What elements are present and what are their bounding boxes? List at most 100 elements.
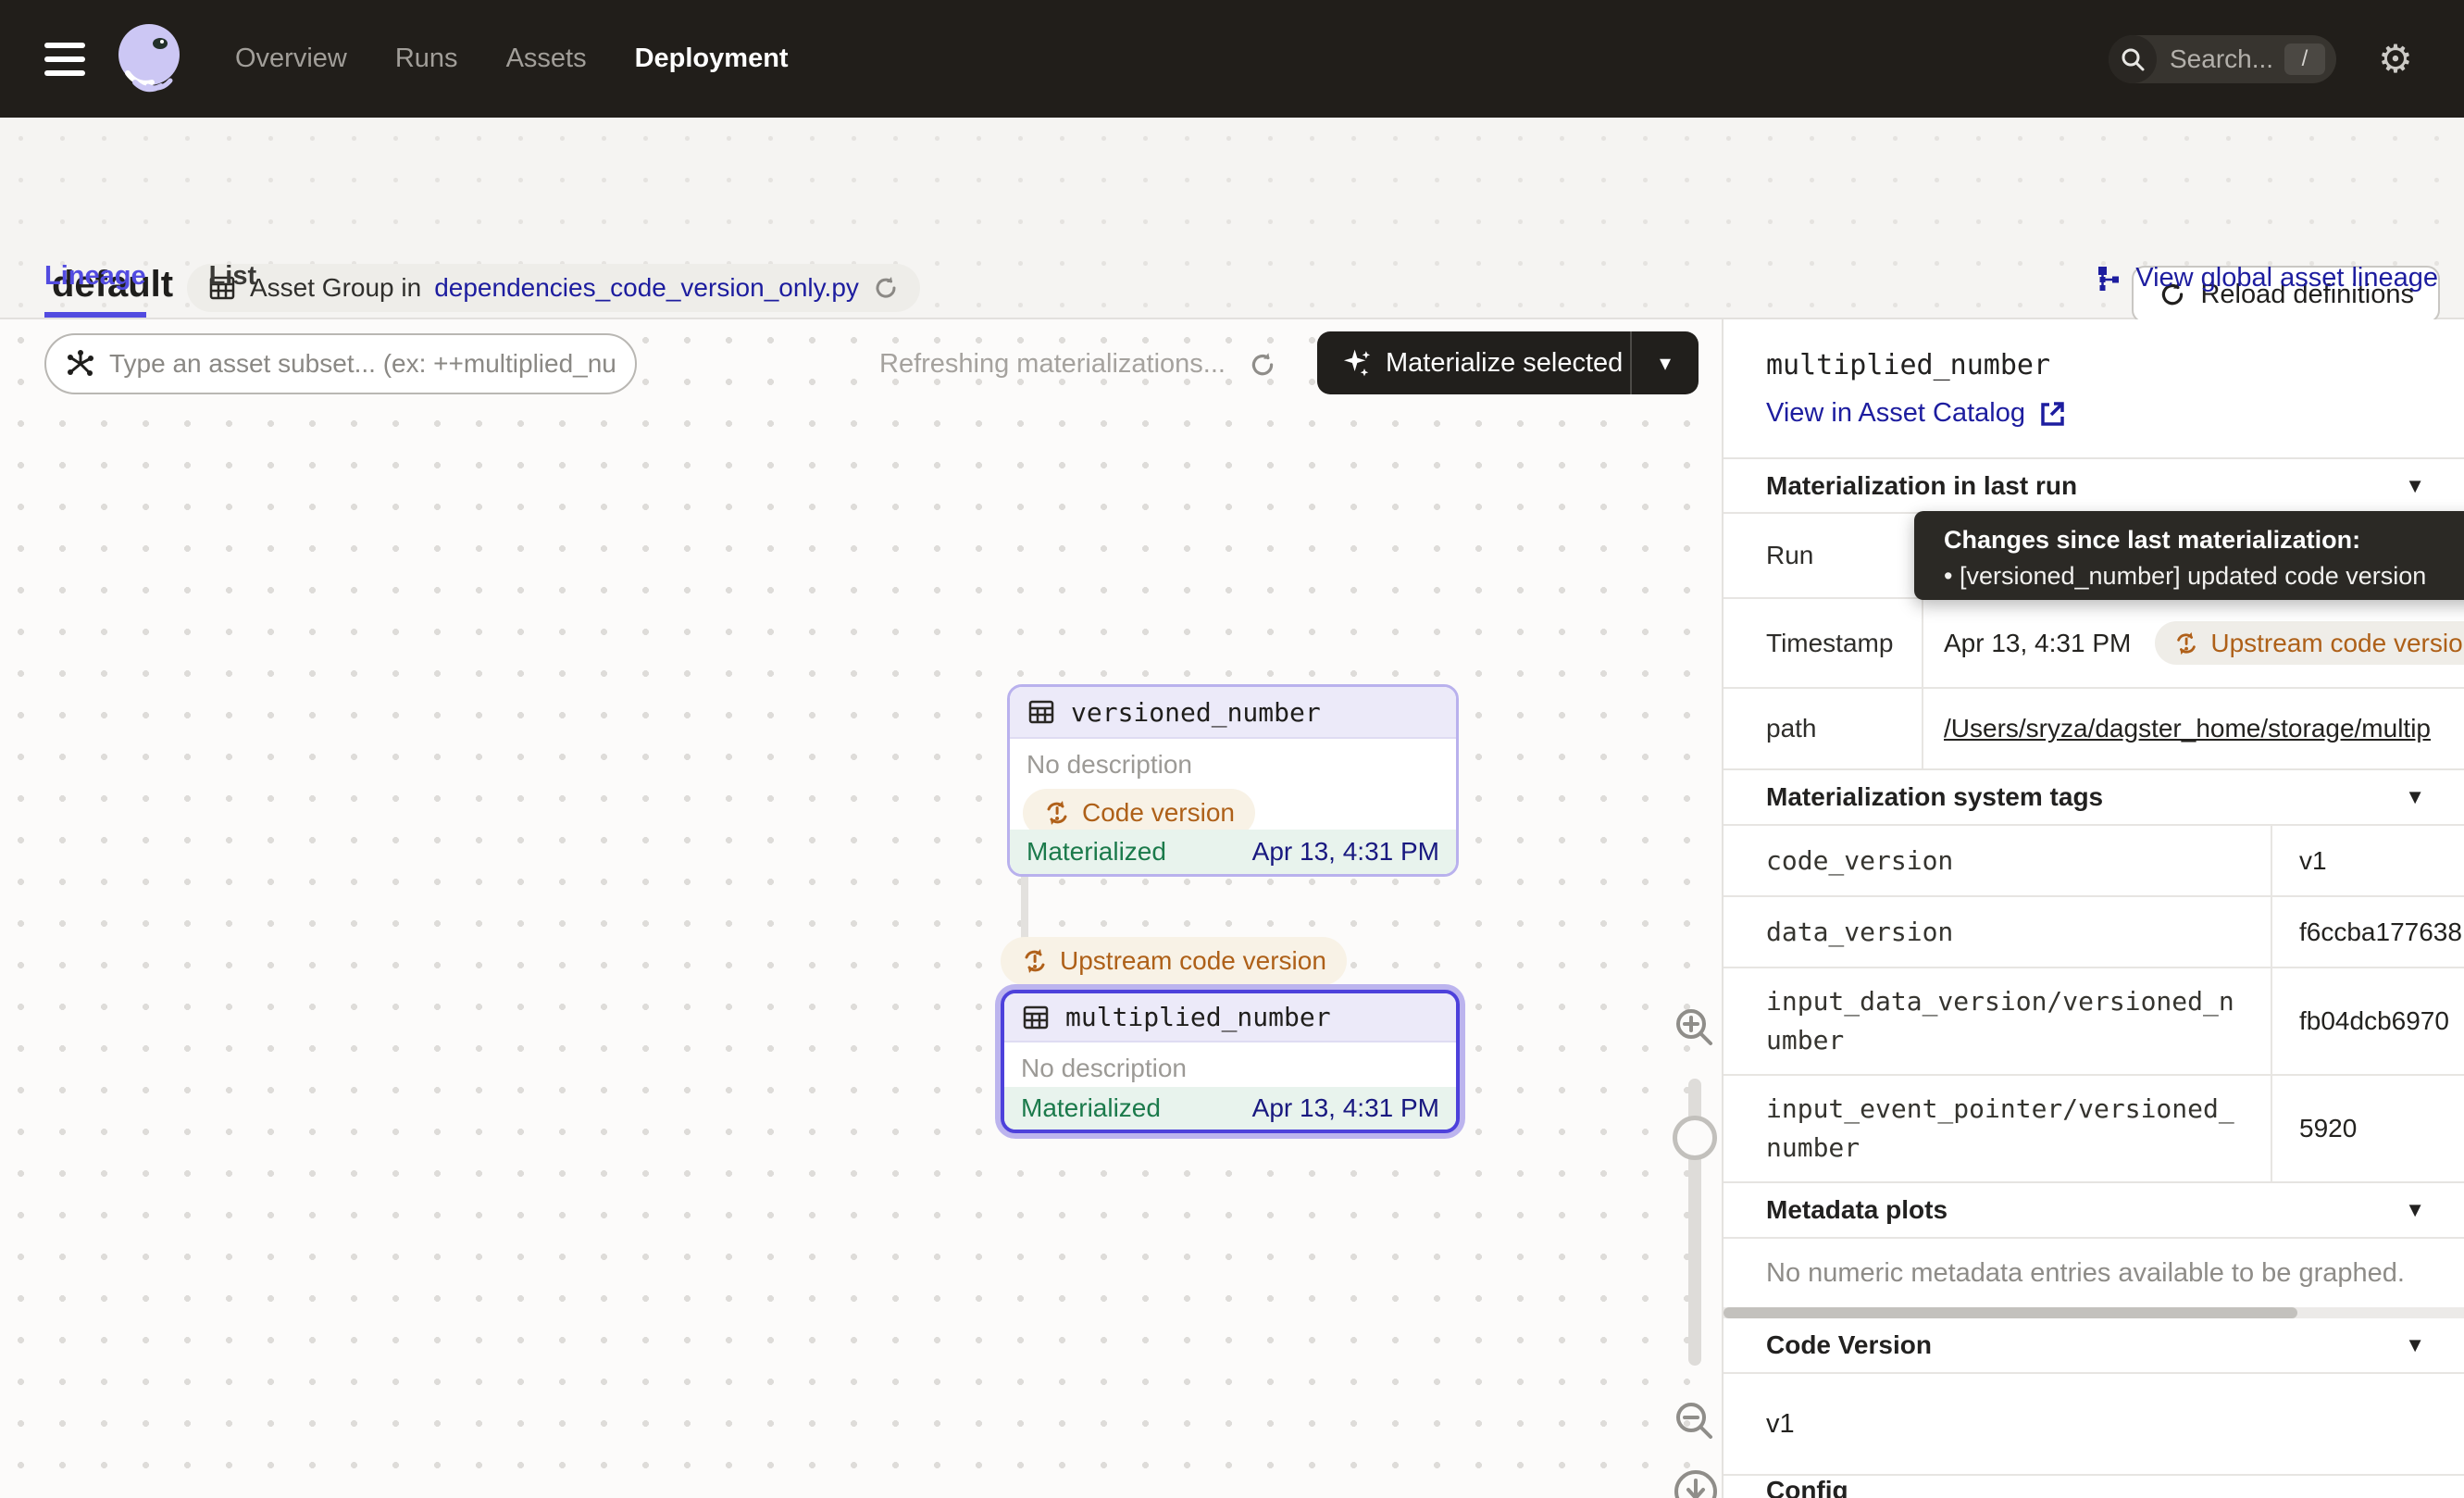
- asset-group-chip: Asset Group in dependencies_code_version…: [187, 264, 920, 312]
- tag-key: code_version: [1724, 826, 2272, 895]
- settings-gear-icon[interactable]: ⚙: [2368, 36, 2423, 81]
- tag-value: 5920: [2272, 1076, 2464, 1181]
- asset-node-versioned-number[interactable]: versioned_number No description Code ver…: [1007, 684, 1459, 877]
- primary-nav: Overview Runs Assets Deployment: [235, 44, 789, 74]
- code-version-value: v1: [1724, 1372, 2464, 1474]
- asset-subset-input[interactable]: Type an asset subset... (ex: ++multiplie…: [44, 333, 637, 394]
- tag-key: input_event_pointer/versioned_number: [1724, 1076, 2272, 1181]
- table-row-timestamp: Timestamp Apr 13, 4:31 PM Upstream code …: [1724, 597, 2464, 687]
- asset-subset-placeholder: Type an asset subset... (ex: ++multiplie…: [109, 349, 616, 379]
- asset-group-label: Asset Group in: [250, 273, 421, 303]
- path-link[interactable]: /Users/sryza/dagster_home/storage/multip: [1944, 714, 2431, 743]
- tag-key: data_version: [1724, 897, 2272, 967]
- node-timestamp[interactable]: Apr 13, 4:31 PM: [1252, 837, 1439, 867]
- zoom-in-icon[interactable]: [1672, 1005, 1718, 1051]
- nav-overview[interactable]: Overview: [235, 44, 347, 74]
- view-global-asset-lineage-label: View global asset lineage: [2135, 263, 2438, 293]
- section-label: Metadata plots: [1766, 1195, 1948, 1225]
- code-version-badge-label: Code version: [1082, 798, 1235, 828]
- nav-deployment[interactable]: Deployment: [635, 44, 789, 74]
- code-version-change-icon: [1021, 947, 1049, 975]
- asset-detail-panel: multiplied_number View in Asset Catalog …: [1724, 319, 2464, 1498]
- table-icon: [1021, 1003, 1051, 1032]
- top-nav: Overview Runs Assets Deployment Search..…: [0, 0, 2464, 118]
- code-version-change-icon: [2173, 630, 2199, 656]
- zoom-slider-handle[interactable]: [1673, 1116, 1717, 1160]
- upstream-code-version-badge[interactable]: Upstream code version: [2155, 621, 2464, 665]
- tag-row-code-version: code_version v1: [1724, 824, 2464, 895]
- node-status: Materialized: [1027, 837, 1166, 867]
- upstream-code-version-label: Upstream code version: [1060, 946, 1326, 976]
- scrollbar-thumb[interactable]: [1724, 1307, 2297, 1318]
- timestamp-value[interactable]: Apr 13, 4:31 PM: [1944, 629, 2131, 658]
- search-placeholder: Search...: [2170, 44, 2273, 74]
- materialize-selected-button[interactable]: Materialize selected ▾: [1317, 331, 1699, 394]
- search-shortcut-badge: /: [2284, 44, 2325, 75]
- badge-label: Upstream code version: [2210, 629, 2464, 658]
- row-label: Timestamp: [1724, 599, 1923, 687]
- node-name: versioned_number: [1071, 697, 1321, 728]
- lineage-canvas[interactable]: Type an asset subset... (ex: ++multiplie…: [0, 319, 1724, 1498]
- external-link-icon: [2038, 400, 2066, 428]
- section-system-tags[interactable]: Materialization system tags ▼: [1724, 768, 2464, 824]
- code-version-change-icon: [1043, 799, 1071, 827]
- dagster-logo-icon[interactable]: [111, 21, 187, 97]
- materialize-selected-label: Materialize selected: [1386, 348, 1623, 379]
- panel-asset-title: multiplied_number: [1766, 349, 2464, 381]
- section-code-version[interactable]: Code Version ▼: [1724, 1318, 2464, 1372]
- asset-graph-filter-icon: [65, 348, 96, 380]
- refresh-icon[interactable]: [1248, 350, 1277, 380]
- chevron-down-icon[interactable]: ▼: [2405, 1333, 2425, 1357]
- section-materialization-last-run[interactable]: Materialization in last run ▼: [1724, 457, 2464, 512]
- section-label: Materialization system tags: [1766, 782, 2103, 812]
- refresh-icon[interactable]: [872, 274, 900, 302]
- sparkle-icon: [1339, 346, 1373, 380]
- page-header: default Asset Group in dependencies_code…: [0, 118, 2464, 319]
- horizontal-scrollbar[interactable]: [1724, 1307, 2464, 1318]
- lineage-graph-icon: [2095, 265, 2122, 293]
- tag-value: f6ccba177638: [2272, 897, 2464, 967]
- search-icon: [2109, 35, 2157, 83]
- tab-list[interactable]: List: [209, 261, 257, 318]
- upstream-code-version-badge[interactable]: Upstream code version: [1001, 937, 1347, 985]
- row-label: Run: [1724, 514, 1923, 597]
- tag-row-input-event-pointer: input_event_pointer/versioned_number 592…: [1724, 1074, 2464, 1181]
- section-config[interactable]: Config: [1724, 1474, 2464, 1498]
- tag-value: fb04dcb6970: [2272, 968, 2464, 1074]
- metadata-plots-empty: No numeric metadata entries available to…: [1724, 1237, 2464, 1307]
- view-in-asset-catalog-link[interactable]: View in Asset Catalog: [1766, 398, 2464, 429]
- search-input[interactable]: Search... /: [2109, 35, 2336, 83]
- dagster-app: Overview Runs Assets Deployment Search..…: [0, 0, 2464, 1498]
- section-metadata-plots[interactable]: Metadata plots ▼: [1724, 1181, 2464, 1237]
- table-row-path: path /Users/sryza/dagster_home/storage/m…: [1724, 687, 2464, 768]
- chevron-down-icon[interactable]: ▼: [2405, 474, 2425, 498]
- chevron-down-icon[interactable]: ▼: [2405, 1198, 2425, 1222]
- row-label: path: [1724, 689, 1923, 768]
- tab-lineage[interactable]: Lineage: [44, 261, 146, 318]
- section-label: Config: [1766, 1476, 1848, 1498]
- download-image-icon[interactable]: [1672, 1467, 1720, 1498]
- node-name: multiplied_number: [1065, 1002, 1331, 1032]
- view-in-asset-catalog-label: View in Asset Catalog: [1766, 398, 2025, 429]
- node-timestamp[interactable]: Apr 13, 4:31 PM: [1252, 1093, 1439, 1123]
- tag-key: input_data_version/versioned_number: [1724, 968, 2272, 1074]
- tag-row-input-data-version: input_data_version/versioned_number fb04…: [1724, 967, 2464, 1074]
- zoom-out-icon[interactable]: [1672, 1398, 1718, 1444]
- asset-node-multiplied-number[interactable]: multiplied_number No description Materia…: [1001, 990, 1460, 1133]
- tooltip-item: • [versioned_number] updated code versio…: [1944, 562, 2464, 591]
- section-label: Code Version: [1766, 1330, 1932, 1360]
- tag-value: v1: [2272, 826, 2464, 895]
- tooltip-title: Changes since last materialization:: [1944, 526, 2464, 555]
- asset-group-file-link[interactable]: dependencies_code_version_only.py: [434, 273, 859, 303]
- chevron-down-icon[interactable]: ▼: [2405, 785, 2425, 809]
- view-global-asset-lineage-link[interactable]: View global asset lineage: [2095, 263, 2438, 293]
- node-description: No description: [1010, 739, 1456, 780]
- view-tabs: Lineage List: [44, 261, 256, 318]
- menu-icon[interactable]: [44, 43, 85, 76]
- materialize-dropdown-caret[interactable]: ▾: [1632, 350, 1699, 377]
- section-label: Materialization in last run: [1766, 471, 2077, 501]
- nav-runs[interactable]: Runs: [395, 44, 458, 74]
- nav-assets[interactable]: Assets: [506, 44, 587, 74]
- node-description: No description: [1004, 1042, 1456, 1083]
- table-icon: [1027, 697, 1056, 727]
